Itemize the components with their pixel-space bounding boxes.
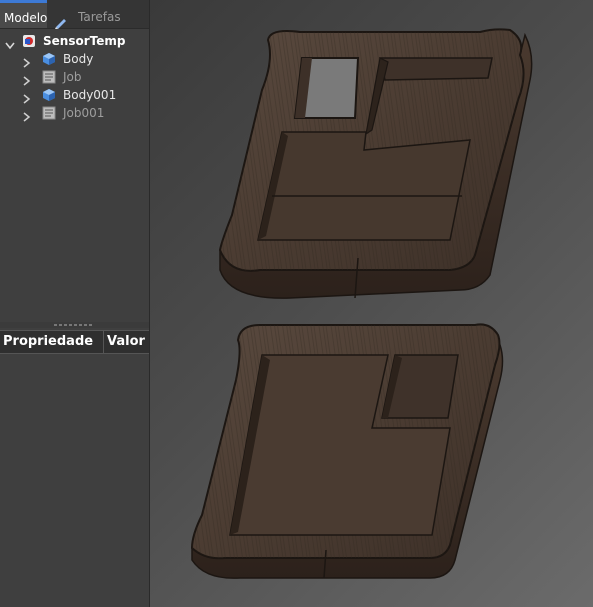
tree-item-root[interactable]: SensorTemp <box>0 32 149 50</box>
tree-item-job[interactable]: Job <box>0 68 149 86</box>
model-tree: SensorTemp Body Job Body001 Job001 <box>0 30 149 322</box>
splitter-grip-icon <box>54 324 94 326</box>
tree-item-job-label: Job <box>63 70 82 84</box>
combo-view-tabs: Modelo Tarefas <box>0 0 149 29</box>
tab-tasks-label: Tarefas <box>78 10 121 24</box>
tree-item-body001[interactable]: Body001 <box>0 86 149 104</box>
body-icon <box>42 88 56 102</box>
part-bottom[interactable] <box>190 323 504 579</box>
job-icon <box>42 70 56 84</box>
job-icon <box>42 106 56 120</box>
combo-view-panel: Modelo Tarefas SensorTemp Body Job Body0… <box>0 0 150 607</box>
tree-item-body[interactable]: Body <box>0 50 149 68</box>
property-table-header: Propriedade Valor <box>0 330 149 354</box>
tab-model[interactable]: Modelo <box>0 0 47 28</box>
tree-item-job001[interactable]: Job001 <box>0 104 149 122</box>
tab-tasks[interactable]: Tarefas <box>48 0 148 29</box>
chevron-right-icon[interactable] <box>23 109 31 127</box>
document-icon <box>22 34 36 48</box>
tab-model-label: Modelo <box>4 11 48 25</box>
property-table-body <box>0 354 149 607</box>
3d-viewport[interactable] <box>150 0 593 607</box>
tree-item-job001-label: Job001 <box>63 106 105 120</box>
tree-item-root-label: SensorTemp <box>43 34 126 48</box>
property-column-header[interactable]: Propriedade <box>3 331 93 353</box>
tree-item-body001-label: Body001 <box>63 88 117 102</box>
part-top[interactable] <box>218 28 533 299</box>
tree-item-body-label: Body <box>63 52 94 66</box>
body-icon <box>42 52 56 66</box>
value-column-header[interactable]: Valor <box>103 331 149 353</box>
panel-splitter[interactable] <box>0 322 149 328</box>
